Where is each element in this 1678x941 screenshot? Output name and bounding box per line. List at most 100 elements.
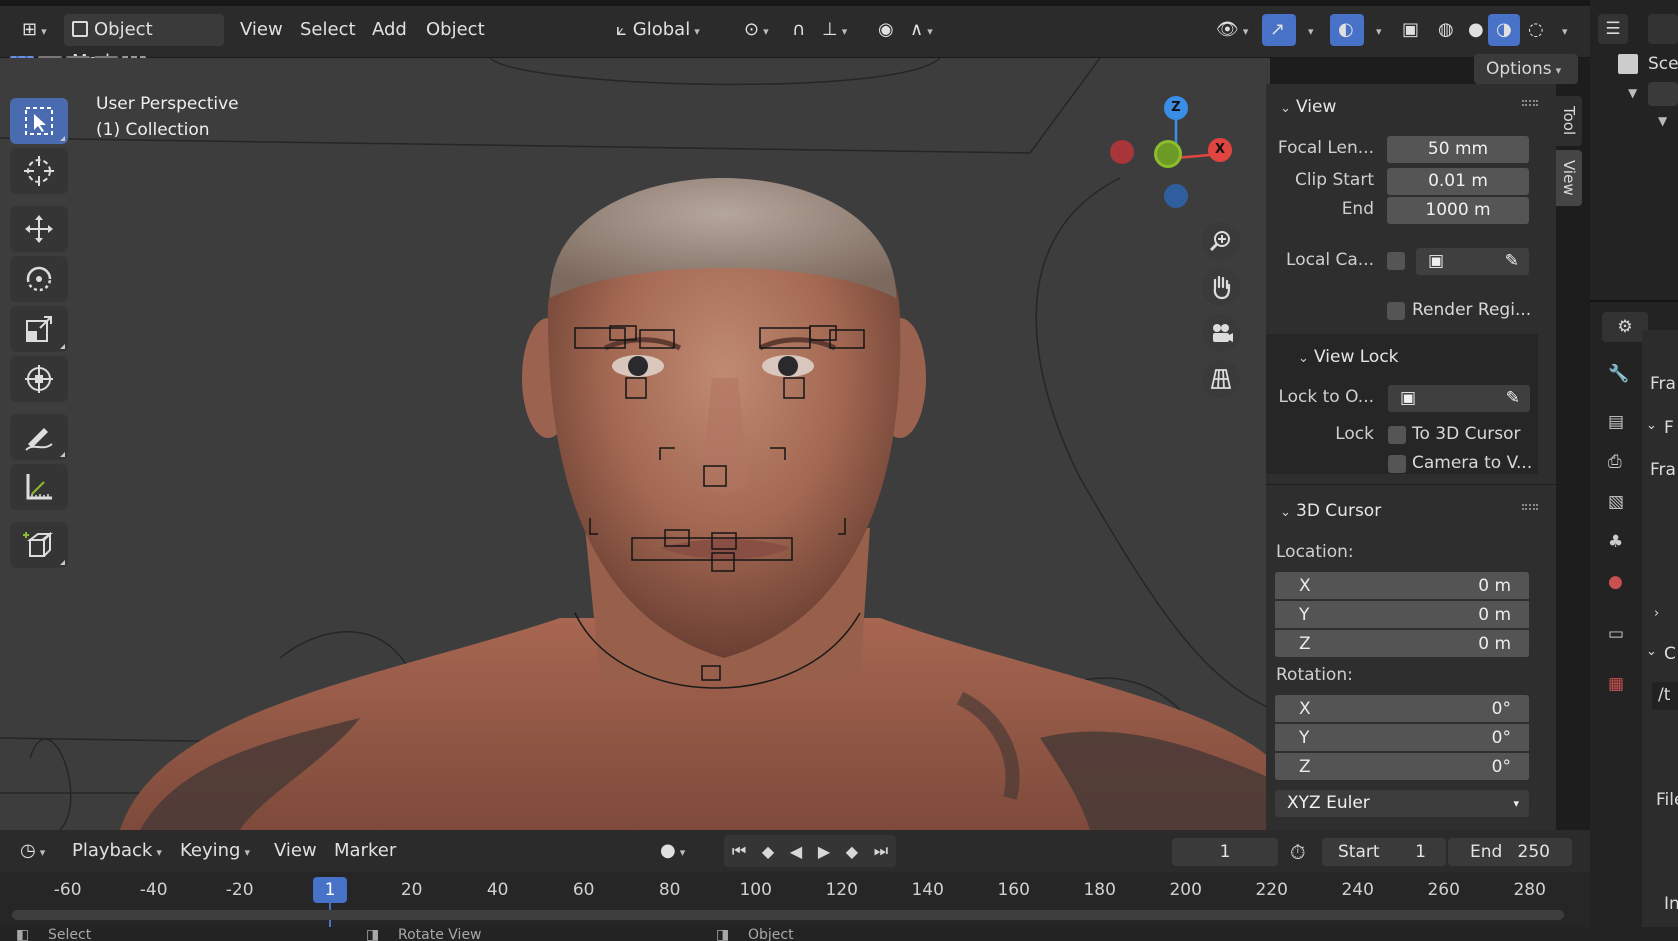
view-panel-header[interactable]: ⌄ View (1280, 94, 1336, 120)
end-frame-field[interactable]: End 250 (1448, 838, 1572, 866)
rotation-y-field[interactable]: Y 0° (1275, 724, 1529, 752)
start-frame-field[interactable]: Start 1 (1322, 838, 1446, 866)
scene-props-icon[interactable]: ♣ (1608, 532, 1634, 558)
pivot-point-button[interactable]: ⊙ ▾ (736, 14, 777, 46)
rotation-z-field[interactable]: Z 0° (1275, 753, 1529, 781)
chevron-down-icon[interactable]: ⌄ (1646, 644, 1657, 659)
timeline-scrollbar[interactable] (12, 910, 1564, 920)
location-z-field[interactable]: Z 0 m (1275, 630, 1529, 658)
solid-shading[interactable]: ● (1460, 14, 1492, 46)
menu-select[interactable]: Select (292, 14, 364, 46)
collection-box-icon[interactable]: ▭ (1608, 624, 1634, 650)
tab-tool[interactable]: Tool (1556, 96, 1582, 146)
outliner-editor-type-button[interactable]: ☰ (1598, 14, 1628, 44)
menu-playback[interactable]: Playback ▾ (64, 835, 170, 867)
location-x-field[interactable]: X 0 m (1275, 572, 1529, 600)
menu-add[interactable]: Add (364, 14, 415, 46)
menu-marker[interactable]: Marker (326, 835, 404, 867)
transform-orientation-dropdown[interactable]: ⟀ Global ▾ (608, 14, 708, 46)
rotation-x-field[interactable]: X 0° (1275, 695, 1529, 723)
pan-button[interactable] (1202, 268, 1240, 306)
rendered-shading[interactable]: ◌ (1520, 14, 1552, 46)
view-layer-icon[interactable]: ▧ (1608, 492, 1634, 518)
current-frame-indicator[interactable]: 1 (313, 877, 347, 903)
drag-grip-icon[interactable] (1522, 100, 1538, 106)
menu-view[interactable]: View (232, 14, 291, 46)
falloff-button[interactable]: ∧ ▾ (902, 14, 941, 46)
output-printer-icon[interactable]: ⎙ (1608, 452, 1634, 478)
tool-settings-wrench-icon[interactable]: 🔧 (1608, 364, 1634, 390)
stopwatch-icon[interactable]: ⏱ (1290, 840, 1306, 864)
tool-scale[interactable] (10, 306, 68, 352)
expand-arrow-icon[interactable]: ▼ (1658, 114, 1667, 128)
camera-to-view-checkbox[interactable] (1388, 455, 1406, 473)
lock-to-object-field[interactable]: ▣ ✎ (1388, 385, 1530, 412)
outliner-filter-button[interactable] (1648, 14, 1678, 44)
material-shading[interactable]: ◑ (1488, 14, 1520, 46)
xray-toggle[interactable]: ▣ (1394, 14, 1427, 46)
gizmo-neg-z-axis[interactable] (1164, 184, 1188, 208)
current-frame-field[interactable]: 1 (1172, 838, 1278, 866)
ortho-toggle-button[interactable] (1202, 360, 1240, 398)
jump-end-icon[interactable]: ⏭ (874, 841, 888, 861)
gizmo-toggle[interactable]: ↗ (1262, 14, 1296, 46)
to-3d-cursor-checkbox[interactable] (1388, 426, 1406, 444)
wireframe-shading[interactable]: ◍ (1430, 14, 1462, 46)
gizmo-x-axis[interactable]: X (1208, 138, 1232, 162)
world-globe-icon[interactable]: ● (1608, 572, 1634, 598)
visibility-button[interactable]: 👁 ▾ (1208, 14, 1256, 46)
tool-rotate[interactable] (10, 256, 68, 302)
shading-dropdown[interactable]: ▾ (1550, 14, 1576, 46)
texture-checker-icon[interactable]: ▦ (1608, 674, 1634, 700)
clip-end-field[interactable]: 1000 m (1387, 197, 1529, 224)
clip-start-field[interactable]: 0.01 m (1387, 168, 1529, 195)
path-field[interactable]: /t (1652, 682, 1678, 710)
render-camera-icon[interactable]: ▤ (1608, 412, 1634, 438)
snap-button[interactable]: ∩ (784, 14, 813, 46)
view-lock-header[interactable]: ⌄ View Lock (1298, 344, 1399, 370)
tool-cursor[interactable] (10, 148, 68, 194)
overlays-dropdown[interactable]: ▾ (1364, 14, 1390, 46)
cursor-panel-header[interactable]: ⌄ 3D Cursor (1280, 498, 1381, 524)
prev-keyframe-icon[interactable]: ◆ (762, 842, 774, 861)
next-keyframe-icon[interactable]: ◆ (846, 842, 858, 861)
menu-timeline-view[interactable]: View (266, 835, 325, 867)
options-dropdown[interactable]: Options ▾ (1474, 54, 1578, 84)
tab-view[interactable]: View (1556, 150, 1582, 206)
gizmo-y-axis[interactable]: Y (1154, 140, 1182, 168)
auto-keying-button[interactable]: ● ▾ (652, 835, 693, 867)
tool-measure[interactable] (10, 464, 68, 510)
zoom-button[interactable] (1202, 222, 1240, 260)
tool-select-box[interactable] (10, 98, 68, 144)
collection-row[interactable] (1648, 82, 1678, 106)
menu-object[interactable]: Object (418, 14, 493, 46)
expand-arrow-icon[interactable]: ▼ (1628, 86, 1637, 100)
render-region-checkbox[interactable] (1387, 302, 1405, 320)
drag-grip-icon[interactable] (1522, 504, 1538, 510)
jump-start-icon[interactable]: ⏮ (732, 841, 746, 861)
3d-viewport[interactable]: User Perspective (1) Collection Z X (0, 58, 1270, 830)
gizmo-dropdown[interactable]: ▾ (1296, 14, 1322, 46)
chevron-down-icon[interactable]: ⌄ (1646, 418, 1657, 433)
chevron-right-icon[interactable]: › (1654, 606, 1659, 621)
timeline-ruler[interactable]: -60 -40 -20 20 40 60 80 100 120 140 160 180 200 220 24… (0, 872, 1590, 927)
focal-length-field[interactable]: 50 mm (1387, 136, 1529, 163)
tool-transform[interactable] (10, 356, 68, 402)
play-icon[interactable]: ▶ (818, 842, 830, 861)
menu-keying[interactable]: Keying ▾ (172, 835, 258, 867)
proportional-edit-button[interactable]: ◉ (870, 14, 902, 46)
tool-add-cube[interactable] (10, 522, 68, 568)
tool-move[interactable] (10, 206, 68, 252)
rotation-mode-dropdown[interactable]: XYZ Euler ▾ (1275, 790, 1529, 817)
gizmo-neg-x-axis[interactable] (1110, 140, 1134, 164)
snap-target-button[interactable]: ⊥ ▾ (814, 14, 855, 46)
play-reverse-icon[interactable]: ◀ (790, 842, 802, 861)
camera-view-button[interactable] (1202, 314, 1240, 352)
tool-annotate[interactable] (10, 414, 68, 460)
mode-dropdown[interactable]: Object Mode▾ (64, 14, 224, 72)
local-camera-object-field[interactable]: ▣ ✎ (1416, 248, 1529, 275)
timeline-editor-type[interactable]: ◷ ▾ (12, 835, 53, 867)
overlays-toggle[interactable]: ◐ (1330, 14, 1364, 46)
gizmo-z-axis[interactable]: Z (1164, 96, 1188, 120)
editor-type-button[interactable]: ⊞ ▾ (14, 14, 55, 46)
